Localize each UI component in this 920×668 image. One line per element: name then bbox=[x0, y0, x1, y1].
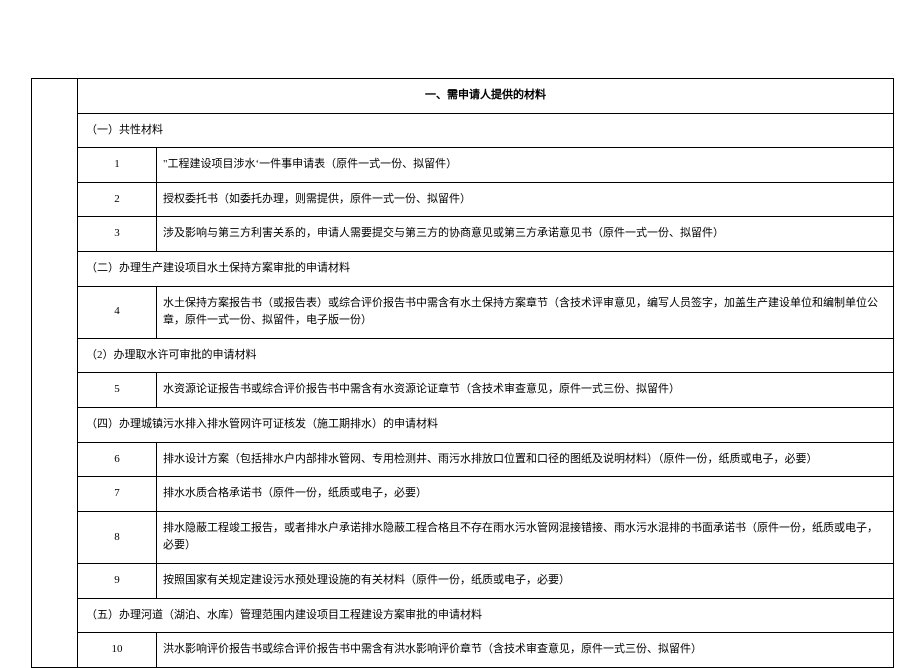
row-content: 按照国家有关规定建设污水预处理设施的有关材料（原件一份，纸质或电子，必要） bbox=[157, 563, 894, 598]
row-number: 9 bbox=[78, 563, 157, 598]
row-content: 授权委托书（如委托办理，则需提供，原件一式一份、拟留件） bbox=[157, 182, 894, 217]
section-2: （二）办理生产建设项目水土保持方案审批的申请材料 bbox=[78, 251, 894, 286]
table-row: 5 水资源论证报告书或综合评价报告书中需含有水资源论证章节（含技术审查意见，原件… bbox=[32, 373, 894, 408]
table-row: 6 排水设计方案（包括排水户内部排水管网、专用检测井、雨污水排放口位置和口径的图… bbox=[32, 442, 894, 477]
section-5: （五）办理河道（湖泊、水库）管理范围内建设项目工程建设方案审批的申请材料 bbox=[78, 598, 894, 633]
row-content: 排水设计方案（包括排水户内部排水管网、专用检测井、雨污水排放口位置和口径的图纸及… bbox=[157, 442, 894, 477]
section-1: （一）共性材料 bbox=[78, 113, 894, 148]
row-number: 1 bbox=[78, 148, 157, 183]
left-gutter bbox=[32, 79, 78, 668]
table-row: 4 水土保持方案报告书（或报告表）或综合评价报告书中需含有水土保持方案章节（含技… bbox=[32, 286, 894, 338]
row-content: 涉及影响与第三方利害关系的，申请人需要提交与第三方的协商意见或第三方承诺意见书（… bbox=[157, 217, 894, 252]
row-content: "工程建设项目涉水‘一件事申请表（原件一式一份、拟留件） bbox=[157, 148, 894, 183]
row-number: 10 bbox=[78, 633, 157, 668]
row-number: 5 bbox=[78, 373, 157, 408]
row-content: 水土保持方案报告书（或报告表）或综合评价报告书中需含有水土保持方案章节（含技术评… bbox=[157, 286, 894, 338]
table-row: 9 按照国家有关规定建设污水预处理设施的有关材料（原件一份，纸质或电子，必要） bbox=[32, 563, 894, 598]
row-number: 6 bbox=[78, 442, 157, 477]
table-row: 2 授权委托书（如委托办理，则需提供，原件一式一份、拟留件） bbox=[32, 182, 894, 217]
row-number: 7 bbox=[78, 477, 157, 512]
table-row: 7 排水水质合格承诺书（原件一份，纸质或电子，必要） bbox=[32, 477, 894, 512]
section-3: （2）办理取水许可审批的申请材料 bbox=[78, 338, 894, 373]
section-4: （四）办理城镇污水排入排水管网许可证核发（施工期排水）的申请材料 bbox=[78, 407, 894, 442]
table-row: 1 "工程建设项目涉水‘一件事申请表（原件一式一份、拟留件） bbox=[32, 148, 894, 183]
table-row: 10 洪水影响评价报告书或综合评价报告书中需含有洪水影响评价章节（含技术审查意见… bbox=[32, 633, 894, 668]
table-row: 3 涉及影响与第三方利害关系的，申请人需要提交与第三方的协商意见或第三方承诺意见… bbox=[32, 217, 894, 252]
table-row: 8 排水隐蔽工程竣工报告，或者排水户承诺排水隐蔽工程合格且不存在雨水污水管网混接… bbox=[32, 511, 894, 563]
row-number: 2 bbox=[78, 182, 157, 217]
row-content: 水资源论证报告书或综合评价报告书中需含有水资源论证章节（含技术审查意见，原件一式… bbox=[157, 373, 894, 408]
row-content: 洪水影响评价报告书或综合评价报告书中需含有洪水影响评价章节（含技术审查意见，原件… bbox=[157, 633, 894, 668]
row-content: 排水隐蔽工程竣工报告，或者排水户承诺排水隐蔽工程合格且不存在雨水污水管网混接错接… bbox=[157, 511, 894, 563]
table-title: 一、需申请人提供的材料 bbox=[78, 79, 894, 114]
materials-table: 一、需申请人提供的材料 （一）共性材料 1 "工程建设项目涉水‘一件事申请表（原… bbox=[31, 78, 894, 668]
row-number: 3 bbox=[78, 217, 157, 252]
row-content: 排水水质合格承诺书（原件一份，纸质或电子，必要） bbox=[157, 477, 894, 512]
row-number: 4 bbox=[78, 286, 157, 338]
row-number: 8 bbox=[78, 511, 157, 563]
